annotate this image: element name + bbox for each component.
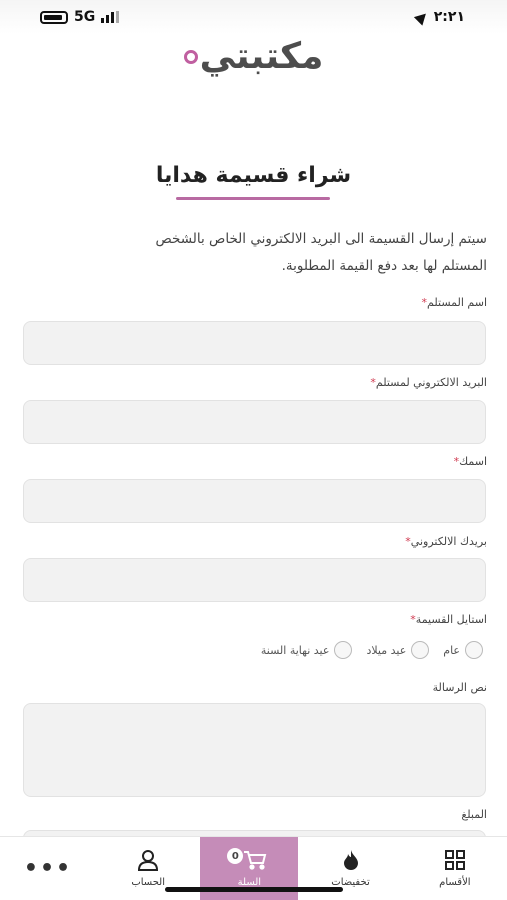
logo-ring-icon — [183, 49, 198, 64]
your-name-input[interactable] — [23, 479, 486, 523]
style-option-label: عيد نهاية السنة — [260, 643, 330, 657]
status-time: ٢:٢١ — [433, 9, 465, 25]
style-option-label: عيد ميلاد — [366, 643, 407, 657]
recipient-email-label: البريد الالكتروني لمستلم* — [370, 376, 487, 389]
intro-line-2: المستلم لها بعد دفع القيمة المطلوبة. — [281, 258, 487, 274]
more-icon: ••• — [23, 856, 73, 881]
radio-icon[interactable] — [465, 641, 483, 659]
style-option-birthday[interactable]: عيد ميلاد — [366, 641, 430, 659]
logo-text: مكتبتي — [199, 36, 325, 77]
more-button[interactable]: ••• — [0, 837, 96, 900]
location-arrow-icon — [413, 8, 430, 26]
your-email-input[interactable] — [23, 558, 486, 602]
radio-icon[interactable] — [334, 641, 353, 659]
your-name-label: اسمك* — [454, 455, 487, 468]
page-title: شراء قسيمة هدايا — [155, 163, 352, 188]
message-label: نص الرسالة — [432, 681, 487, 694]
cart-icon: 0 — [227, 848, 267, 871]
style-option-general[interactable]: عام — [443, 641, 483, 659]
intro-line-1: سيتم إرسال القسيمة الى البريد الالكتروني… — [155, 231, 487, 247]
recipient-name-label-text: اسم المستلم — [427, 296, 487, 309]
voucher-style-label: استايل القسيمة* — [410, 613, 487, 626]
nav-categories[interactable]: الأقسام — [403, 837, 507, 900]
your-email-label-text: بريدك الالكتروني — [410, 535, 487, 548]
recipient-name-input[interactable] — [23, 321, 486, 365]
grid-icon — [444, 849, 466, 871]
title-underline — [176, 197, 330, 200]
signal-icon — [101, 11, 120, 23]
recipient-email-input[interactable] — [23, 400, 486, 444]
recipient-email-label-text: البريد الالكتروني لمستلم — [375, 376, 487, 389]
voucher-style-options: عام عيد ميلاد عيد نهاية السنة — [261, 641, 483, 659]
recipient-name-label: اسم المستلم* — [422, 296, 487, 309]
nav-account-label: الحساب — [131, 877, 166, 888]
status-right: ٢:٢١ — [413, 8, 465, 26]
home-indicator[interactable] — [165, 887, 343, 892]
network-label: 5G — [74, 9, 96, 25]
intro-text: سيتم إرسال القسيمة الى البريد الالكتروني… — [37, 226, 487, 280]
amount-label: المبلغ — [461, 808, 487, 821]
your-email-label: بريدك الالكتروني* — [405, 535, 487, 548]
user-icon — [137, 849, 159, 871]
message-textarea[interactable] — [23, 703, 486, 797]
style-option-new-year[interactable]: عيد نهاية السنة — [261, 641, 353, 659]
your-name-label-text: اسمك — [459, 455, 487, 468]
cart-count-badge: 0 — [227, 848, 244, 864]
status-bar: 5G ٢:٢١ — [0, 0, 507, 34]
style-option-label: عام — [443, 643, 460, 657]
screen: 5G ٢:٢١ مكتبتي شراء قسيمة هدايا سيتم إرس… — [0, 0, 507, 900]
battery-icon — [40, 10, 68, 24]
nav-categories-label: الأقسام — [439, 877, 471, 888]
radio-icon[interactable] — [411, 641, 430, 659]
status-left: 5G — [40, 9, 120, 25]
flame-icon — [342, 849, 360, 871]
voucher-style-label-text: استايل القسيمة — [415, 613, 487, 626]
app-logo[interactable]: مكتبتي — [0, 36, 507, 77]
